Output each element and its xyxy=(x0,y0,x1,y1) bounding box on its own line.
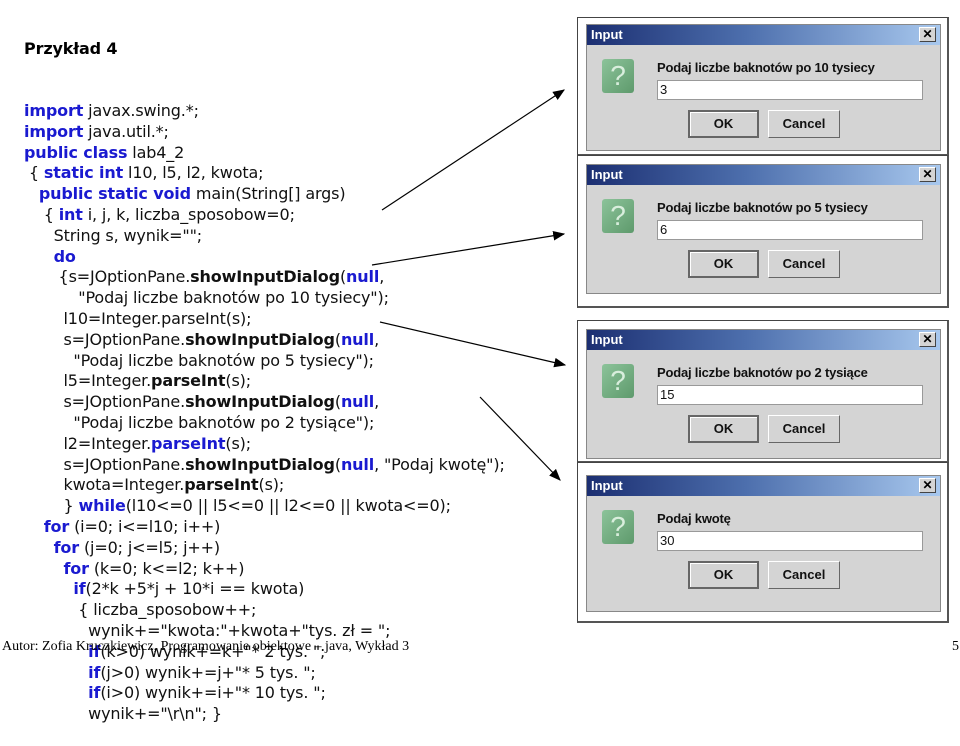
code-keyword: if xyxy=(88,662,101,682)
slide-footer: Autor: Zofia Kruczkiewicz, Programowanie… xyxy=(2,639,410,654)
arrow-to-dialog-4 xyxy=(479,396,561,481)
code-keyword: if xyxy=(88,683,101,703)
code-text: wynik+="\r\n"; } xyxy=(24,704,222,724)
page-number: 5 xyxy=(952,639,959,654)
code-line: if(j>0) wynik+=j+"* 5 tys. "; xyxy=(24,663,505,684)
arrow-to-dialog-2 xyxy=(371,230,566,266)
arrow-to-dialog-1 xyxy=(381,89,566,211)
arrow-to-dialog-3 xyxy=(379,321,567,368)
annotation-arrows xyxy=(371,89,567,481)
code-line: if(i>0) wynik+=i+"* 10 tys. "; xyxy=(24,683,505,704)
code-text: (i>0) wynik+=i+"* 10 tys. "; xyxy=(100,683,326,703)
code-text: (j>0) wynik+=j+"* 5 tys. "; xyxy=(100,662,316,682)
code-line: wynik+="\r\n"; } xyxy=(24,704,505,725)
